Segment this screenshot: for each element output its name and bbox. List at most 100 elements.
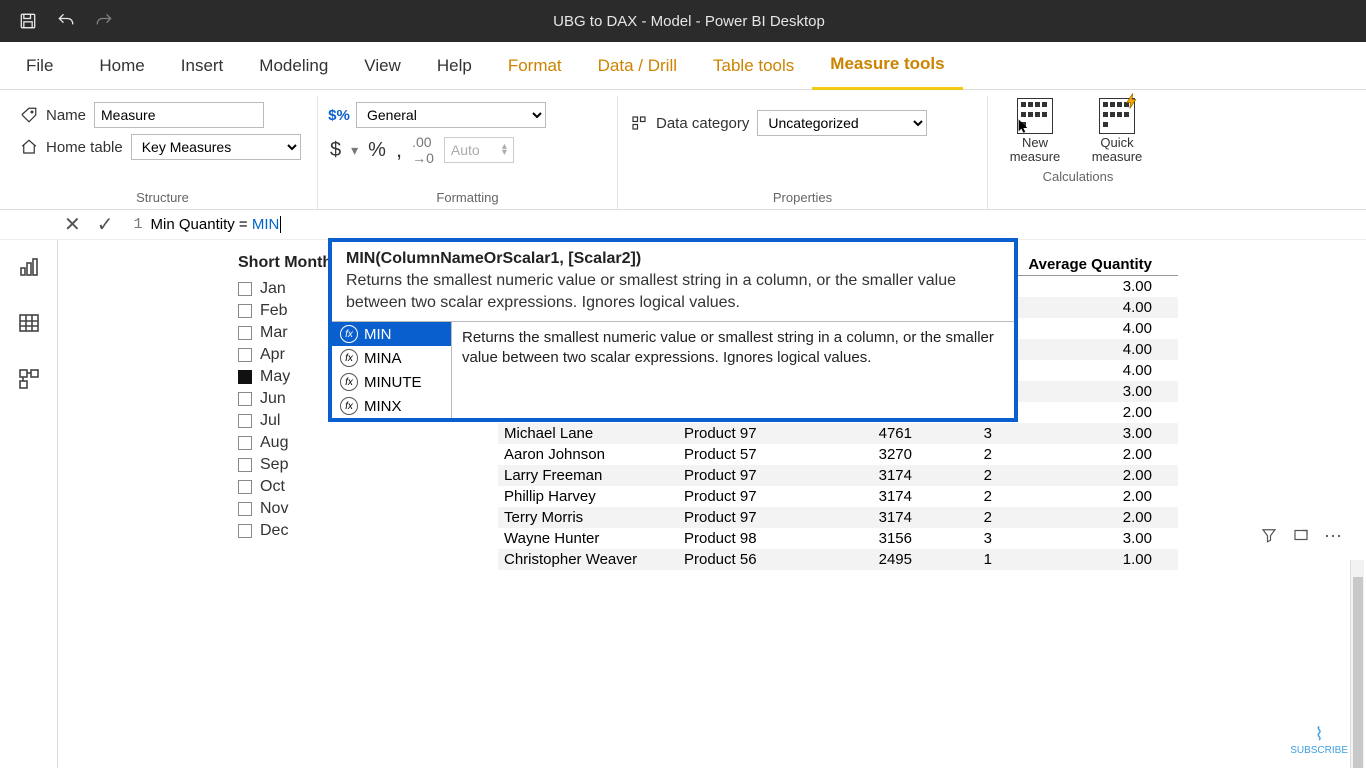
ribbon-tabs: FileHomeInsertModelingViewHelpFormatData… <box>0 42 1366 90</box>
tab-insert[interactable]: Insert <box>163 42 242 90</box>
new-measure-button[interactable]: New measure <box>1000 98 1070 165</box>
tab-table-tools[interactable]: Table tools <box>695 42 812 90</box>
checkbox-icon[interactable] <box>238 524 252 538</box>
quick-measure-button[interactable]: Quick measure <box>1082 98 1152 165</box>
title-bar: UBG to DAX - Model - Power BI Desktop <box>0 0 1366 42</box>
slicer-item-oct[interactable]: Oct <box>238 476 368 498</box>
slicer-item-nov[interactable]: Nov <box>238 498 368 520</box>
undo-icon[interactable] <box>56 11 76 31</box>
formula-text[interactable]: Min Quantity = MIN <box>151 216 282 234</box>
table-row[interactable]: Larry FreemanProduct 97317422.00 <box>498 465 1178 486</box>
more-options-icon[interactable]: ⋯ <box>1324 526 1342 547</box>
cell: 3174 <box>798 486 918 507</box>
auto-decimals-input[interactable]: Auto▴▾ <box>444 137 514 163</box>
slicer-item-label: May <box>260 368 290 386</box>
slicer-item-label: Jan <box>260 280 286 298</box>
measure-name-input[interactable] <box>94 102 264 128</box>
checkbox-icon[interactable] <box>238 370 252 384</box>
data-category-label: Data category <box>656 115 749 132</box>
cell: Larry Freeman <box>498 465 678 486</box>
cell: 2.00 <box>998 402 1158 423</box>
col-average-quantity[interactable]: Average Quantity <box>998 254 1158 275</box>
slicer-item-label: Mar <box>260 324 288 342</box>
cell: Michael Lane <box>498 423 678 444</box>
cell: Phillip Harvey <box>498 486 678 507</box>
slicer-item-aug[interactable]: Aug <box>238 432 368 454</box>
checkbox-icon[interactable] <box>238 304 252 318</box>
focus-mode-icon[interactable] <box>1292 526 1310 547</box>
function-icon: fx <box>340 373 358 391</box>
cell: Terry Morris <box>498 507 678 528</box>
dna-icon: ⌇ <box>1290 724 1348 745</box>
formula-bar[interactable]: ✕ ✓ 1 Min Quantity = MIN <box>0 210 1366 240</box>
tab-view[interactable]: View <box>346 42 419 90</box>
table-row[interactable]: Terry MorrisProduct 97317422.00 <box>498 507 1178 528</box>
tab-format[interactable]: Format <box>490 42 580 90</box>
model-view-icon[interactable] <box>16 366 42 392</box>
table-row[interactable]: Aaron JohnsonProduct 57327022.00 <box>498 444 1178 465</box>
tab-modeling[interactable]: Modeling <box>241 42 346 90</box>
category-icon <box>630 114 648 132</box>
tab-help[interactable]: Help <box>419 42 490 90</box>
currency-button[interactable]: $ <box>330 139 341 162</box>
checkbox-icon[interactable] <box>238 436 252 450</box>
table-row[interactable]: Phillip HarveyProduct 97317422.00 <box>498 486 1178 507</box>
table-row[interactable]: Wayne HunterProduct 98315633.00 <box>498 528 1178 549</box>
cancel-formula-icon[interactable]: ✕ <box>64 212 81 237</box>
checkbox-icon[interactable] <box>238 502 252 516</box>
filter-icon[interactable] <box>1260 526 1278 547</box>
data-view-icon[interactable] <box>16 310 42 336</box>
decimals-icon[interactable]: .00→0 <box>412 134 434 166</box>
format-select[interactable]: General <box>356 102 546 128</box>
checkbox-icon[interactable] <box>238 458 252 472</box>
percent-button[interactable]: % <box>368 139 386 162</box>
currency-dropdown-icon[interactable]: ▾ <box>351 142 358 159</box>
intellisense-list[interactable]: fxMINfxMINAfxMINUTEfxMINX <box>332 322 452 418</box>
intellisense-item-mina[interactable]: fxMINA <box>332 346 451 370</box>
cell: Product 97 <box>678 486 798 507</box>
cell: 2 <box>918 465 998 486</box>
table-row[interactable]: Michael LaneProduct 97476133.00 <box>498 423 1178 444</box>
window-title: UBG to DAX - Model - Power BI Desktop <box>132 13 1246 30</box>
intellisense-item-minx[interactable]: fxMINX <box>332 394 451 418</box>
cell: 3.00 <box>998 381 1158 402</box>
checkbox-icon[interactable] <box>238 414 252 428</box>
home-table-select[interactable]: Key Measures <box>131 134 301 160</box>
slicer-item-dec[interactable]: Dec <box>238 520 368 542</box>
group-properties-label: Properties <box>630 186 975 209</box>
checkbox-icon[interactable] <box>238 348 252 362</box>
tab-measure-tools[interactable]: Measure tools <box>812 42 962 90</box>
redo-icon[interactable] <box>94 11 114 31</box>
report-view-icon[interactable] <box>16 254 42 280</box>
commit-formula-icon[interactable]: ✓ <box>97 212 114 237</box>
checkbox-icon[interactable] <box>238 392 252 406</box>
tab-data-drill[interactable]: Data / Drill <box>580 42 695 90</box>
group-formatting-label: Formatting <box>330 186 605 209</box>
vertical-scrollbar[interactable] <box>1350 560 1364 768</box>
name-label: Name <box>46 107 86 124</box>
cell: 1 <box>918 549 998 570</box>
slicer-item-sep[interactable]: Sep <box>238 454 368 476</box>
checkbox-icon[interactable] <box>238 326 252 340</box>
cell: 2.00 <box>998 444 1158 465</box>
cell: 3174 <box>798 465 918 486</box>
cursor-icon <box>1016 118 1032 134</box>
tab-file[interactable]: File <box>8 42 71 90</box>
checkbox-icon[interactable] <box>238 282 252 296</box>
thousands-button[interactable]: , <box>396 137 402 163</box>
report-canvas-area: Short Month JanFebMarAprMayJunJulAugSepO… <box>0 240 1366 768</box>
data-category-select[interactable]: Uncategorized <box>757 110 927 136</box>
intellisense-item-label: MIN <box>364 326 392 343</box>
checkbox-icon[interactable] <box>238 480 252 494</box>
intellisense-item-minute[interactable]: fx MINUTE <box>332 370 451 394</box>
tag-icon <box>20 106 38 124</box>
home-icon <box>20 138 38 156</box>
save-icon[interactable] <box>18 11 38 31</box>
intellisense-item-min[interactable]: fxMIN <box>332 322 451 346</box>
function-signature: MIN(ColumnNameOrScalar1, [Scalar2]) <box>332 242 1014 268</box>
table-row[interactable]: Christopher WeaverProduct 56249511.00 <box>498 549 1178 570</box>
intellisense-item-label: MINUTE <box>364 374 422 391</box>
tab-home[interactable]: Home <box>81 42 162 90</box>
function-icon: fx <box>340 349 358 367</box>
cell: 4.00 <box>998 339 1158 360</box>
